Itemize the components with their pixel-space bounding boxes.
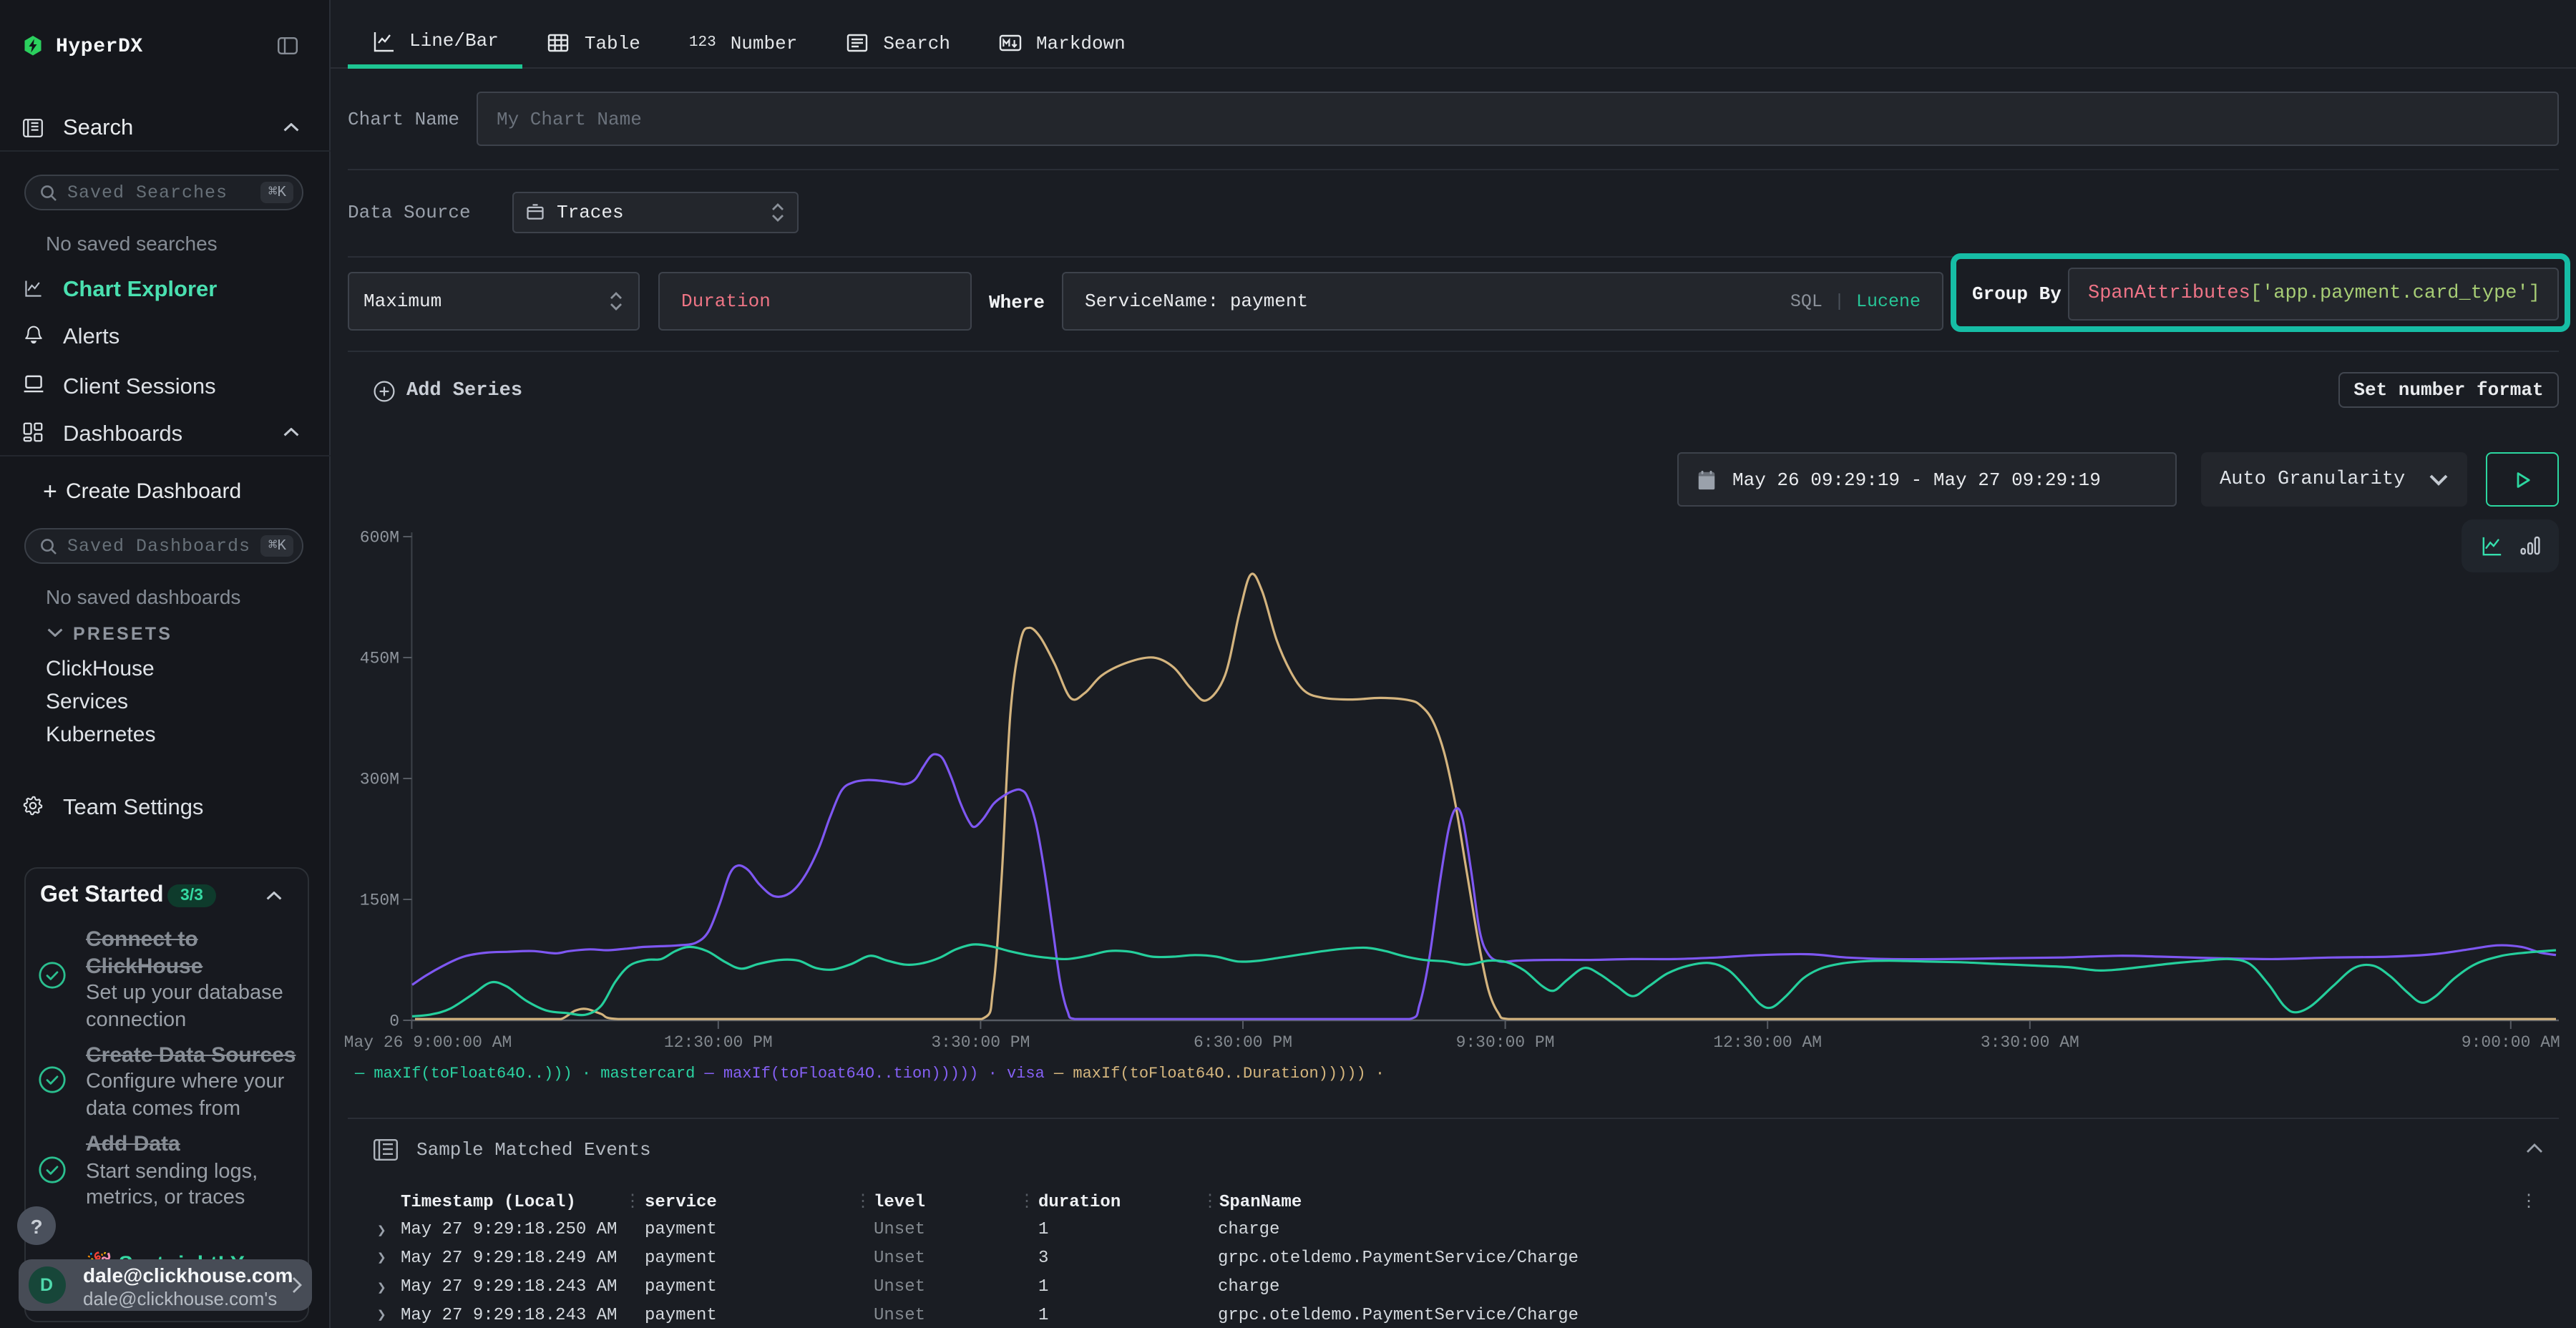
svg-text:300M: 300M [360, 771, 399, 789]
svg-text:3:30:00 PM: 3:30:00 PM [931, 1033, 1030, 1052]
svg-text:9:00:00 AM: 9:00:00 AM [2462, 1033, 2560, 1052]
svg-text:450M: 450M [360, 650, 399, 668]
svg-text:12:30:00 AM: 12:30:00 AM [1713, 1033, 1822, 1052]
svg-text:3:30:00 AM: 3:30:00 AM [1981, 1033, 2079, 1052]
svg-text:6:30:00 PM: 6:30:00 PM [1194, 1033, 1292, 1052]
svg-text:600M: 600M [360, 529, 399, 547]
svg-text:May 26 9:00:00 AM: May 26 9:00:00 AM [344, 1033, 512, 1052]
svg-text:150M: 150M [360, 892, 399, 910]
svg-text:0: 0 [389, 1012, 399, 1031]
svg-text:12:30:00 PM: 12:30:00 PM [664, 1033, 773, 1052]
svg-text:9:30:00 PM: 9:30:00 PM [1456, 1033, 1555, 1052]
